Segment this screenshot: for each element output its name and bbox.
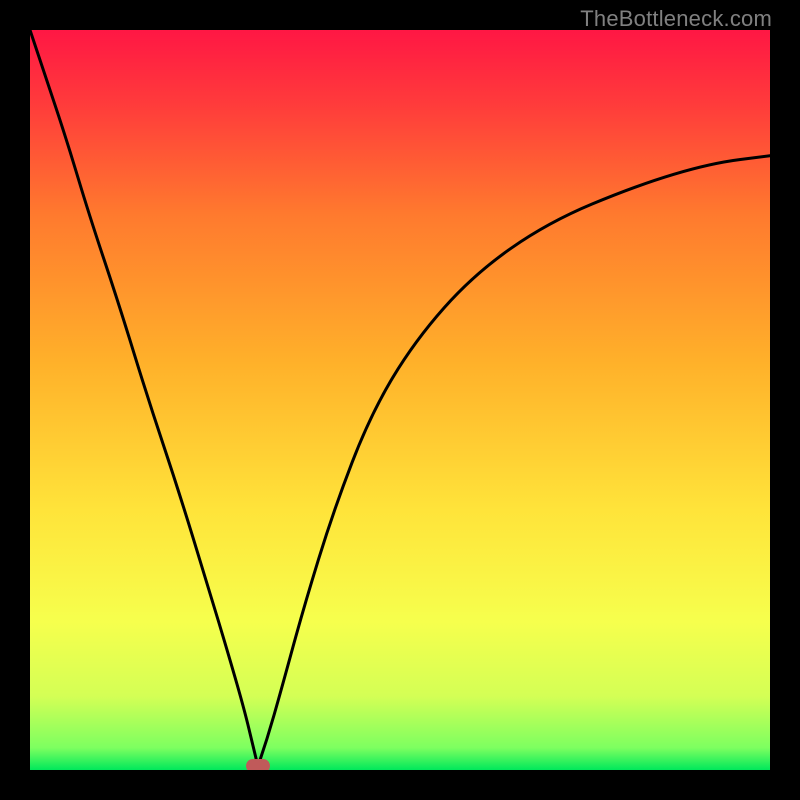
curve-left-branch (30, 30, 258, 766)
plot-area (30, 30, 770, 770)
chart-frame: TheBottleneck.com (0, 0, 800, 800)
minimum-marker (246, 759, 270, 770)
bottleneck-curve (30, 30, 770, 770)
curve-right-branch (258, 156, 770, 767)
watermark-text: TheBottleneck.com (580, 6, 772, 32)
